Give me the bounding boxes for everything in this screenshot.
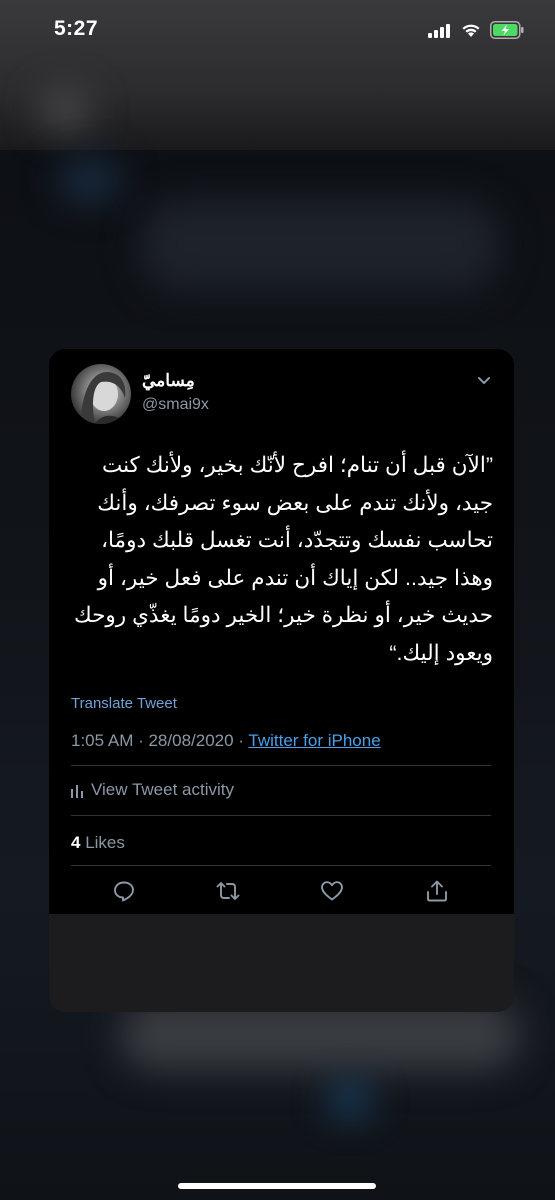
reply-icon[interactable]	[112, 879, 136, 903]
blurred-background-shape	[140, 200, 500, 290]
tweet-metadata: 1:05 AM · 28/08/2020 · Twitter for iPhon…	[71, 731, 381, 751]
view-tweet-activity-button[interactable]: View Tweet activity	[71, 780, 234, 800]
share-icon[interactable]	[425, 879, 449, 903]
likes-count[interactable]: 4 Likes	[71, 833, 125, 853]
tweet-timestamp: 1:05 AM · 28/08/2020 ·	[71, 731, 249, 750]
status-time: 5:27	[54, 17, 99, 40]
blurred-background-shape	[40, 90, 90, 130]
blurred-background-shape	[330, 1085, 370, 1115]
avatar-photo	[81, 372, 127, 424]
user-handle[interactable]: @smai9x	[142, 396, 209, 414]
tweet: مِساميّ @smai9x ”الآن قبل أن تنام؛ افرح …	[49, 349, 514, 914]
divider	[71, 865, 491, 866]
status-bar: 5:27	[0, 0, 555, 60]
likes-label: Likes	[80, 833, 125, 852]
cellular-signal-icon	[428, 24, 450, 38]
wifi-icon	[462, 24, 480, 37]
like-icon[interactable]	[320, 879, 344, 903]
tweet-preview-card: مِساميّ @smai9x ”الآن قبل أن تنام؛ افرح …	[49, 349, 514, 1012]
tweet-text: ”الآن قبل أن تنام؛ افرح لأنّك بخير، ولأن…	[73, 453, 493, 665]
source-link[interactable]: Twitter for iPhone	[248, 731, 380, 750]
translate-tweet-link[interactable]: Translate Tweet	[71, 695, 177, 712]
home-indicator[interactable]	[178, 1183, 376, 1189]
view-tweet-activity-label: View Tweet activity	[91, 780, 234, 799]
avatar[interactable]	[71, 364, 131, 424]
battery-charging-icon	[490, 21, 524, 39]
divider	[71, 815, 491, 816]
analytics-icon	[71, 785, 83, 798]
chevron-down-icon[interactable]	[477, 376, 491, 386]
blurred-background-shape	[60, 160, 120, 200]
display-name[interactable]: مِساميّ	[142, 371, 195, 391]
divider	[71, 765, 491, 766]
retweet-icon[interactable]	[216, 879, 240, 903]
